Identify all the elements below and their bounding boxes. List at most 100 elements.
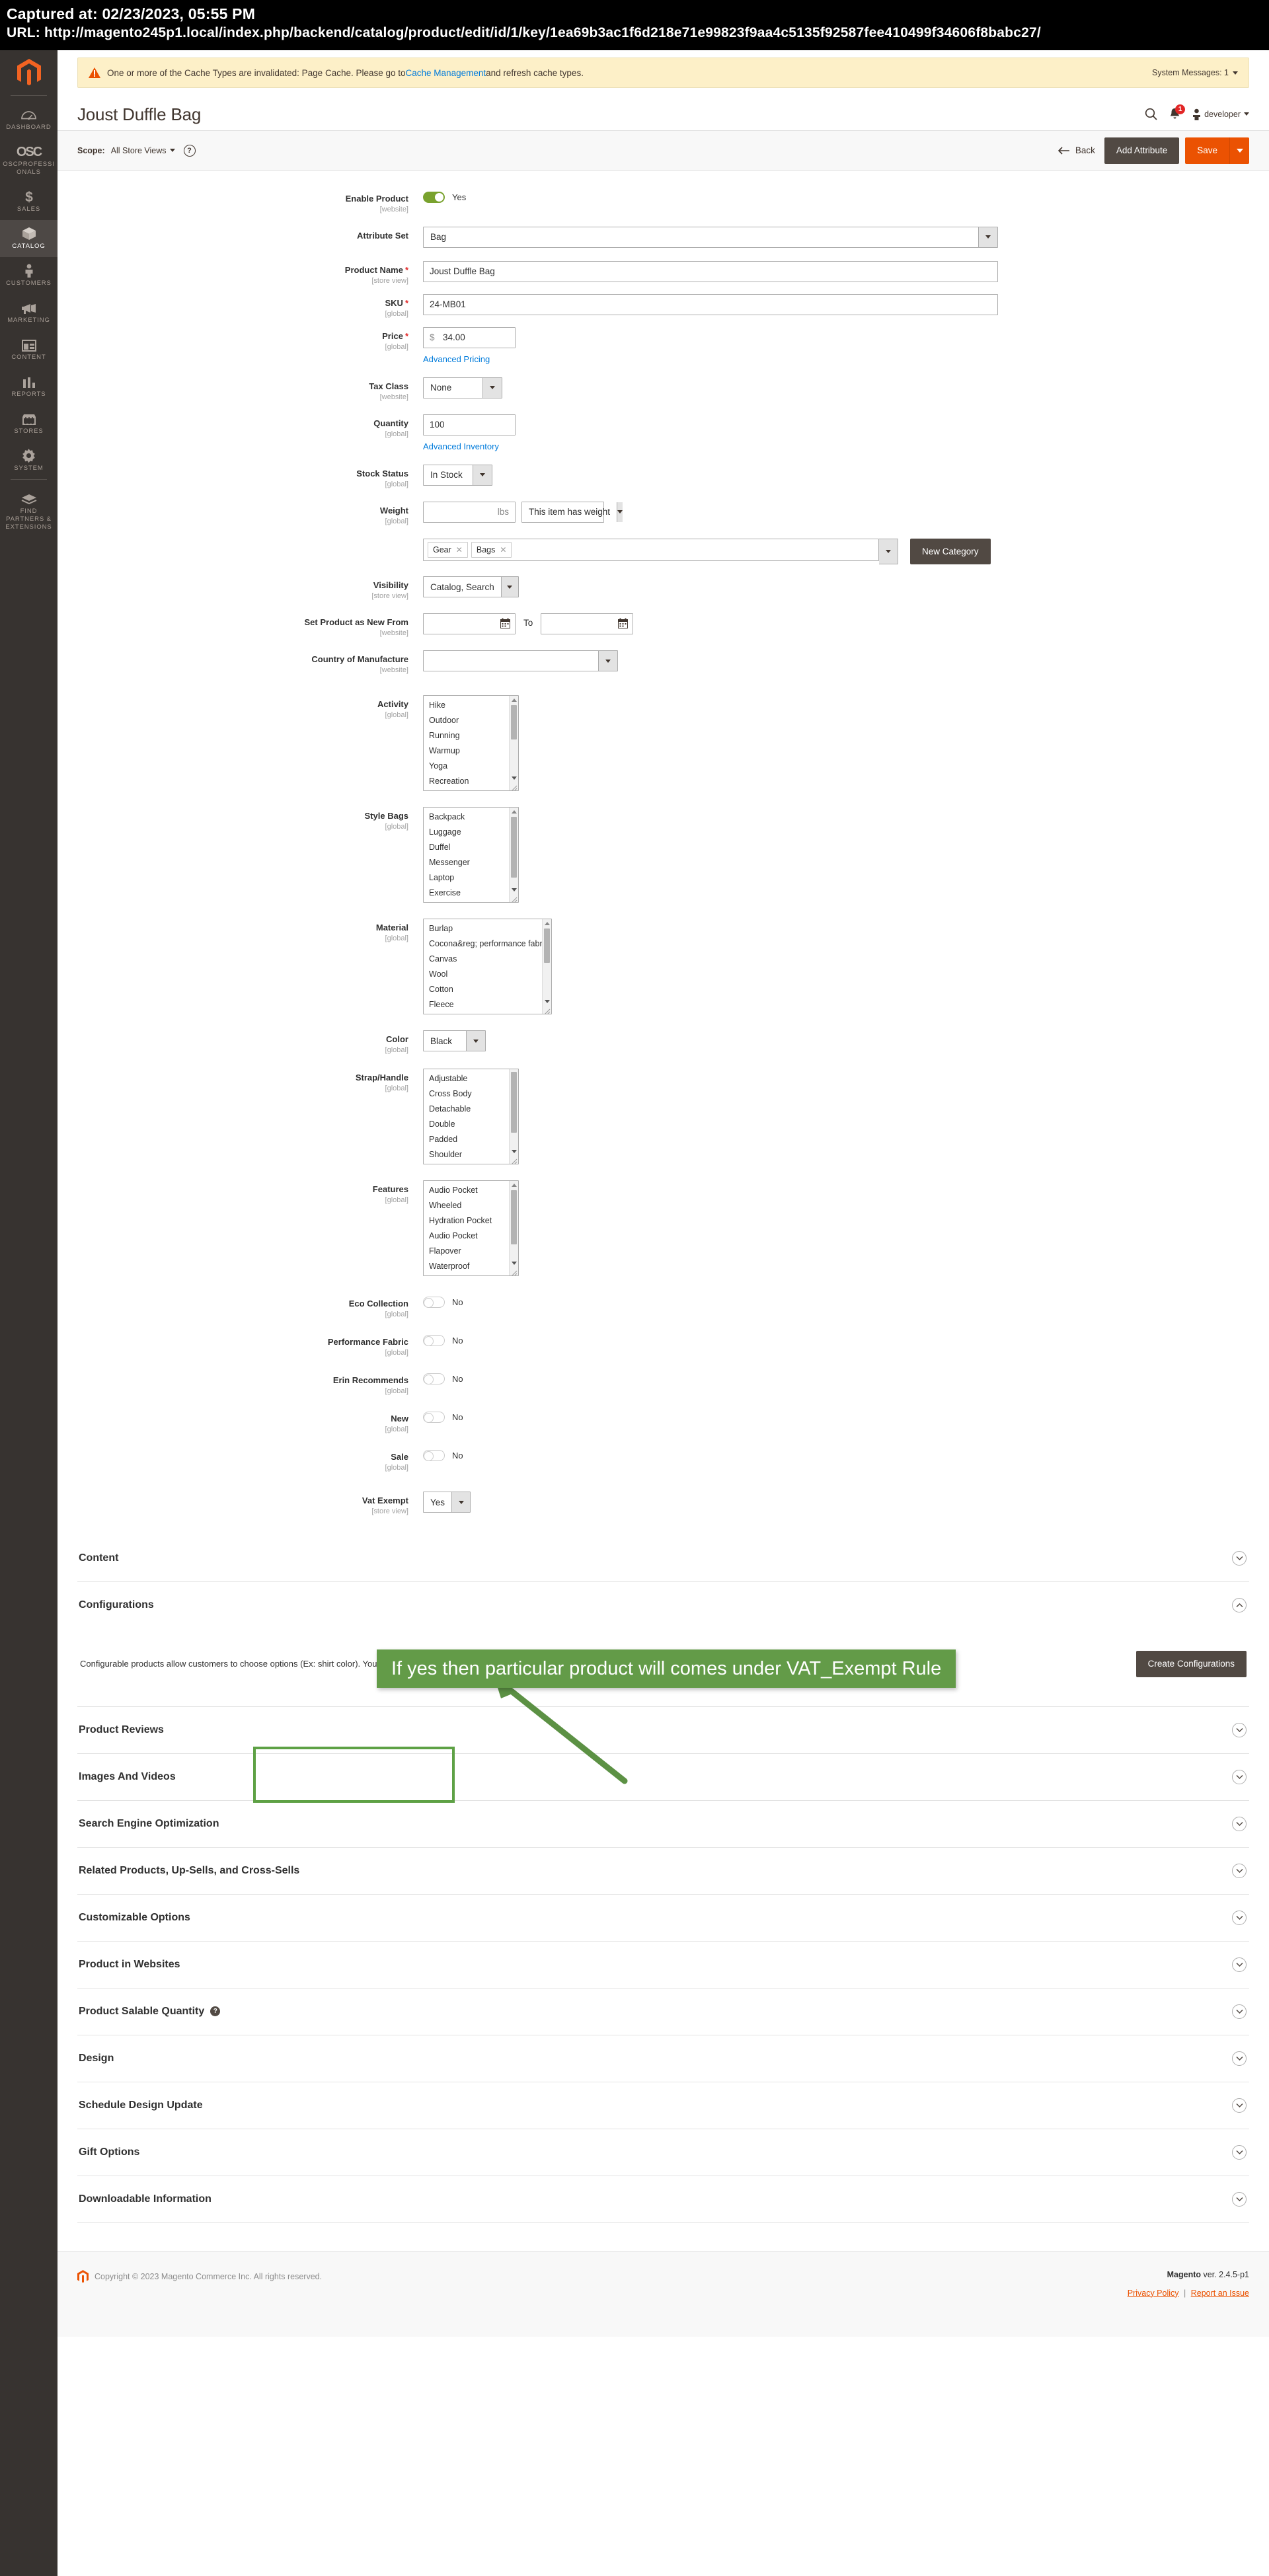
scroll-down-icon[interactable] [512,888,517,891]
calendar-icon[interactable] [500,618,510,632]
sidebar-item-reports[interactable]: REPORTS [0,368,58,405]
close-icon[interactable]: ✕ [456,545,463,554]
list-item[interactable]: Waterproof [424,1259,518,1274]
categories-multiselect[interactable]: Gear ✕ Bags ✕ [423,538,879,561]
product-name-input[interactable] [423,260,998,282]
color-select[interactable]: Black [423,1030,486,1051]
scroll-down-icon[interactable] [512,1150,517,1153]
scroll-up-icon[interactable] [512,1184,517,1187]
scroll-up-icon[interactable] [512,810,517,814]
list-item[interactable]: Yoga [424,759,518,774]
list-item[interactable]: Recreation [424,774,518,789]
search-icon[interactable] [1145,108,1157,120]
list-item[interactable]: Audio Pocket [424,1183,518,1198]
sale-toggle[interactable] [423,1450,445,1461]
resize-handle[interactable] [511,1156,518,1164]
save-options-toggle[interactable] [1229,137,1249,164]
country-of-manufacture-select[interactable] [423,650,618,671]
list-item[interactable]: Duffel [424,840,518,855]
performance-fabric-toggle[interactable] [423,1335,445,1346]
section-related-products[interactable]: Related Products, Up-Sells, and Cross-Se… [77,1848,1249,1895]
add-attribute-button[interactable]: Add Attribute [1104,137,1180,164]
list-item[interactable]: Wheeled [424,1198,518,1213]
calendar-icon[interactable] [618,618,629,632]
list-item[interactable]: Wool [424,967,551,982]
list-item[interactable]: Messenger [424,855,518,870]
resize-handle[interactable] [511,783,518,790]
scope-help-icon[interactable]: ? [183,144,196,157]
list-item[interactable]: Hike [424,698,518,713]
help-icon[interactable]: ? [210,2006,221,2016]
list-item[interactable]: Padded [424,1132,518,1147]
chevron-down-icon[interactable] [1232,1863,1247,1878]
scroll-up-icon[interactable] [545,922,550,925]
scroll-up-icon[interactable] [512,699,517,702]
chevron-down-icon[interactable] [1232,1722,1247,1737]
category-chip[interactable]: Bags ✕ [471,541,512,558]
vat-exempt-select[interactable]: Yes [423,1492,471,1513]
scrollbar-thumb[interactable] [511,1190,517,1244]
list-item[interactable]: Cotton [424,982,551,997]
report-issue-link[interactable]: Report an Issue [1191,2289,1249,2298]
scroll-down-icon[interactable] [512,1262,517,1265]
weight-type-select[interactable]: This item has weight [521,501,623,523]
chevron-down-icon[interactable] [1232,2191,1247,2207]
section-customizable-options[interactable]: Customizable Options [77,1895,1249,1942]
resize-handle[interactable] [511,895,518,902]
privacy-policy-link[interactable]: Privacy Policy [1128,2289,1179,2298]
quantity-input[interactable] [423,414,516,436]
sidebar-item-customers[interactable]: CUSTOMERS [0,257,58,294]
material-multiselect[interactable]: Burlap Cocona&reg; performance fabric Ca… [423,919,552,1014]
chevron-up-icon[interactable] [1232,1598,1247,1612]
section-schedule-design-update[interactable]: Schedule Design Update [77,2082,1249,2129]
list-item[interactable]: Running [424,728,518,743]
list-item[interactable]: Luggage [424,825,518,840]
list-item[interactable]: Burlap [424,921,551,936]
new-toggle[interactable] [423,1412,445,1423]
activity-multiselect[interactable]: Hike Outdoor Running Warmup Yoga Recreat… [423,695,519,791]
magento-logo[interactable] [0,50,58,95]
back-button[interactable]: Back [1058,145,1095,155]
advanced-pricing-link[interactable]: Advanced Pricing [423,354,490,364]
erin-recommends-toggle[interactable] [423,1373,445,1384]
chevron-down-icon[interactable] [1232,2051,1247,2066]
visibility-select[interactable]: Catalog, Search [423,576,519,597]
user-menu[interactable]: developer [1192,108,1249,120]
list-item[interactable]: Exercise [424,886,518,901]
list-item[interactable]: Outdoor [424,713,518,728]
chevron-down-icon[interactable] [879,538,898,564]
chevron-down-icon[interactable] [1232,2004,1247,2019]
scrollbar[interactable] [509,696,518,790]
section-gift-options[interactable]: Gift Options [77,2129,1249,2176]
section-configurations[interactable]: Configurations [77,1582,1249,1628]
list-item[interactable]: Hydration Pocket [424,1213,518,1229]
list-item[interactable]: Backpack [424,810,518,825]
system-messages-toggle[interactable]: System Messages: 1 [1152,68,1238,77]
list-item[interactable]: Audio Pocket [424,1229,518,1244]
sidebar-item-dashboard[interactable]: DASHBOARD [0,101,58,138]
section-search-engine-optimization[interactable]: Search Engine Optimization [77,1801,1249,1848]
attribute-set-select[interactable]: Bag [423,226,998,248]
advanced-inventory-link[interactable]: Advanced Inventory [423,441,499,451]
resize-handle[interactable] [511,1268,518,1275]
section-content[interactable]: Content [77,1535,1249,1582]
chevron-down-icon[interactable] [1232,1816,1247,1831]
scrollbar-thumb[interactable] [544,928,550,963]
section-product-in-websites[interactable]: Product in Websites [77,1942,1249,1989]
category-chip[interactable]: Gear ✕ [428,541,468,558]
scrollbar[interactable] [509,808,518,902]
list-item[interactable]: Flapover [424,1244,518,1259]
scroll-down-icon[interactable] [545,1000,550,1003]
style-bags-multiselect[interactable]: Backpack Luggage Duffel Messenger Laptop… [423,807,519,903]
sidebar-item-system[interactable]: SYSTEM [0,442,58,479]
list-item[interactable]: Cross Body [424,1086,518,1102]
save-button[interactable]: Save [1185,137,1229,164]
sidebar-item-stores[interactable]: STORES [0,405,58,442]
chevron-down-icon[interactable] [1232,1769,1247,1784]
sku-input[interactable] [423,293,998,315]
section-design[interactable]: Design [77,2035,1249,2082]
list-item[interactable]: Shoulder [424,1147,518,1162]
strap-handle-multiselect[interactable]: Adjustable Cross Body Detachable Double … [423,1069,519,1164]
cache-management-link[interactable]: Cache Management [406,68,486,78]
list-item[interactable]: Detachable [424,1102,518,1117]
